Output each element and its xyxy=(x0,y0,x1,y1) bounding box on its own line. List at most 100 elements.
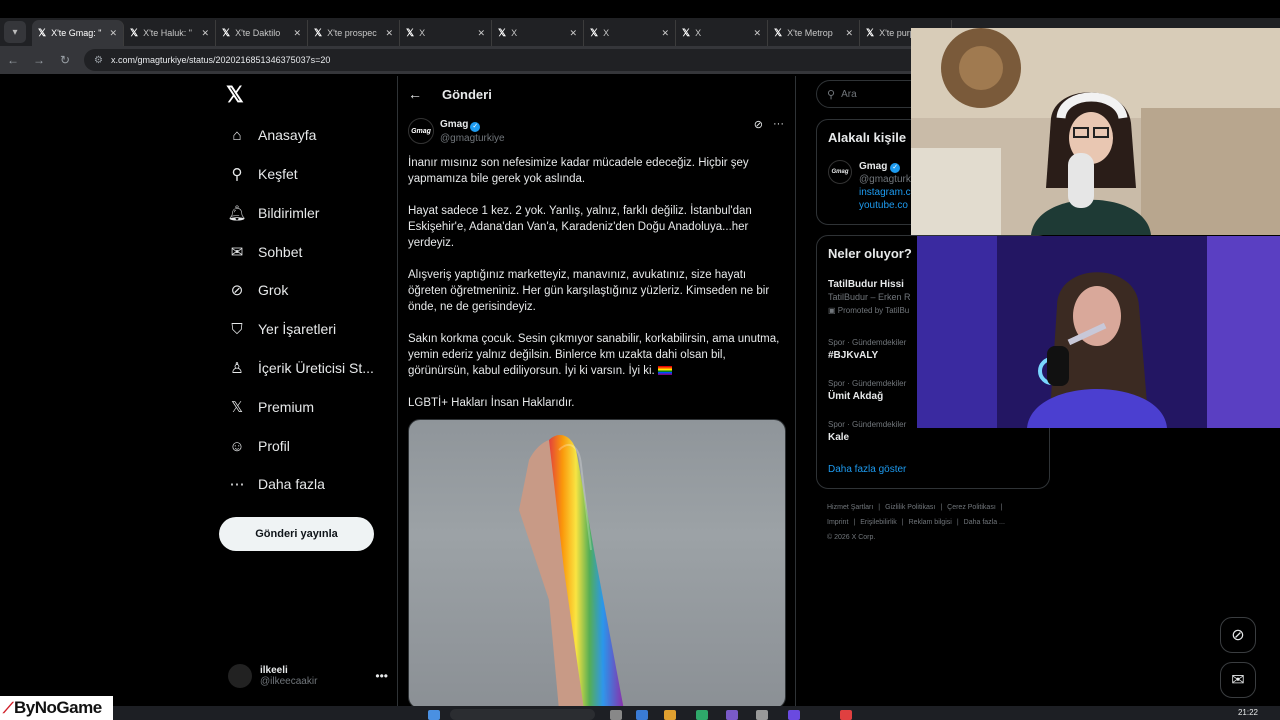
footer-link[interactable]: Çerez Politikası xyxy=(947,504,996,511)
related-name[interactable]: Gmag xyxy=(859,161,887,172)
x-favicon-icon: 𝕏 xyxy=(38,27,47,39)
footer-link[interactable]: Gizlilik Politikası xyxy=(885,504,935,511)
related-link[interactable]: instagram.c xyxy=(859,186,911,199)
nav-item-grok[interactable]: ⊘ Grok xyxy=(226,276,289,304)
close-tab-icon[interactable]: ✕ xyxy=(661,28,669,39)
x-logo-icon[interactable]: 𝕏 xyxy=(226,82,244,108)
rainbow-arm-illustration xyxy=(519,435,624,708)
more-dots-icon[interactable]: ••• xyxy=(375,669,388,683)
trend-item[interactable]: Spor · Gündemdekiler Kale xyxy=(828,418,906,444)
mail-icon: ✉ xyxy=(1231,672,1245,689)
account-name: ilkeeli xyxy=(260,665,288,676)
nav-item-anasayfa[interactable]: ⌂ Anasayfa xyxy=(226,121,316,149)
browser-tab[interactable]: 𝕏 X'te Haluk: " ✕ xyxy=(124,20,216,46)
back-arrow-icon[interactable]: ← xyxy=(408,86,422,102)
trend-title: TatilBudur Hissi xyxy=(828,279,904,290)
x-favicon-icon: 𝕏 xyxy=(222,27,231,39)
site-info-icon[interactable]: ⚙ xyxy=(94,55,103,66)
trend-title: Kale xyxy=(828,432,850,443)
x-favicon-icon: 𝕏 xyxy=(774,27,783,39)
close-tab-icon[interactable]: ✕ xyxy=(385,28,393,39)
footer-link[interactable]: Hizmet Şartları xyxy=(827,504,873,511)
nav-item-içerik[interactable]: ♙ İçerik Üreticisi St... xyxy=(226,354,374,382)
forward-arrow-icon[interactable]: → xyxy=(26,53,52,67)
taskbar-app-icon[interactable] xyxy=(726,710,738,720)
taskbar-clock[interactable]: 21:22 xyxy=(1238,708,1258,717)
browser-tab[interactable]: 𝕏 X'te prospec ✕ xyxy=(308,20,400,46)
browser-tab[interactable]: 𝕏 X ✕ xyxy=(400,20,492,46)
back-arrow-icon[interactable]: ← xyxy=(0,53,26,67)
taskbar-app-icon[interactable] xyxy=(696,710,708,720)
close-tab-icon[interactable]: ✕ xyxy=(845,28,853,39)
author-name[interactable]: Gmag xyxy=(440,119,468,130)
trend-item[interactable]: Spor · Gündemdekiler #BJKvALY xyxy=(828,336,906,362)
author-avatar[interactable]: Gmag xyxy=(408,118,434,144)
nav-item-yer[interactable]: ⛉ Yer İşaretleri xyxy=(226,315,336,343)
windows-start-icon[interactable] xyxy=(428,710,440,720)
more-dots-icon[interactable]: ··· xyxy=(773,118,784,131)
post-paragraph: Hayat sadece 1 kez. 2 yok. Yanlış, yalnı… xyxy=(408,205,752,249)
browser-tab[interactable]: 𝕏 X'te Gmag: " ✕ xyxy=(32,20,124,46)
footer-link[interactable]: Imprint xyxy=(827,519,848,526)
nav-item-keşfet[interactable]: ⚲ Keşfet xyxy=(226,160,298,188)
post-button[interactable]: Gönderi yayınla xyxy=(219,517,374,551)
more-icon: ⋯ xyxy=(229,476,245,493)
taskbar-search[interactable] xyxy=(450,709,595,720)
nav-item-sohbet[interactable]: ✉ Sohbet xyxy=(226,238,303,266)
nav-item-bildirimler[interactable]: 🔔︎ Bildirimler xyxy=(226,199,319,227)
footer-link[interactable]: Reklam bilgisi xyxy=(909,519,952,526)
footer-separator: | xyxy=(853,519,856,526)
grok-icon: ⊘ xyxy=(230,282,244,299)
footer-link[interactable]: © 2026 X Corp. xyxy=(827,534,875,541)
avatar xyxy=(228,664,252,688)
nav-item-label: Sohbet xyxy=(258,244,303,260)
nav-item-profil[interactable]: ☺ Profil xyxy=(226,432,290,460)
post-paragraph: İnanır mısınız son nefesimize kadar müca… xyxy=(408,157,749,185)
browser-tab[interactable]: 𝕏 X ✕ xyxy=(492,20,584,46)
grok-floating-button[interactable]: ⊘ xyxy=(1220,617,1256,653)
messages-floating-button[interactable]: ✉ xyxy=(1220,662,1256,698)
taskbar-app-icon[interactable] xyxy=(664,710,676,720)
taskbar-app-icon[interactable] xyxy=(840,710,852,720)
taskbar-app-icon[interactable] xyxy=(788,710,800,720)
related-link[interactable]: youtube.co xyxy=(859,199,911,212)
browser-tab[interactable]: 𝕏 X'te Daktilo ✕ xyxy=(216,20,308,46)
show-more-link[interactable]: Daha fazla göster xyxy=(828,464,906,475)
trend-item[interactable]: TatilBudur Hissi TatilBudur – Erken R ▣ … xyxy=(828,278,911,317)
avatar: Gmag xyxy=(828,160,852,184)
trend-meta: Spor · Gündemdekiler xyxy=(828,338,907,347)
author-handle[interactable]: @gmagturkiye xyxy=(440,132,505,145)
close-tab-icon[interactable]: ✕ xyxy=(477,28,485,39)
trend-item[interactable]: Spor · Gündemdekiler Ümit Akdağ xyxy=(828,377,906,403)
account-switcher[interactable]: ilkeeli @ilkeecaakir ••• xyxy=(228,661,398,691)
reload-icon[interactable]: ↻ xyxy=(52,53,78,67)
url-input[interactable]: ⚙ x.com/gmagturkiye/status/2020216851346… xyxy=(84,49,964,71)
close-tab-icon[interactable]: ✕ xyxy=(753,28,761,39)
post-image[interactable] xyxy=(408,419,786,709)
related-person[interactable]: Gmag Gmag ✓ @gmagturk instagram.c youtub… xyxy=(828,160,911,212)
nav-item-label: Yer İşaretleri xyxy=(258,321,337,337)
footer-link[interactable]: Daha fazla ... xyxy=(964,519,1005,526)
nav-item-label: Premium xyxy=(258,399,315,415)
search-icon: ⚲ xyxy=(231,166,243,183)
screen-top-strip xyxy=(0,0,1280,18)
close-tab-icon[interactable]: ✕ xyxy=(109,28,117,39)
x-favicon-icon: 𝕏 xyxy=(314,27,323,39)
grok-icon[interactable]: ⊘ xyxy=(754,118,763,131)
browser-tab[interactable]: 𝕏 X ✕ xyxy=(676,20,768,46)
close-tab-icon[interactable]: ✕ xyxy=(293,28,301,39)
taskbar-app-icon[interactable] xyxy=(610,710,622,720)
taskbar-app-icon[interactable] xyxy=(636,710,648,720)
footer-link[interactable]: Erişilebilirlik xyxy=(860,519,897,526)
tab-search-dropdown[interactable]: ▾ xyxy=(4,21,26,43)
tab-title: X'te Gmag: " xyxy=(51,28,102,38)
nav-item-daha[interactable]: ⋯ Daha fazla xyxy=(226,470,325,498)
nav-item-premium[interactable]: 𝕏 Premium xyxy=(226,393,314,421)
close-tab-icon[interactable]: ✕ xyxy=(569,28,577,39)
tab-title: X xyxy=(511,28,518,38)
bookmark-icon: ⛉ xyxy=(231,320,243,338)
browser-tab[interactable]: 𝕏 X'te Metrop ✕ xyxy=(768,20,860,46)
taskbar-app-icon[interactable] xyxy=(756,710,768,720)
browser-tab[interactable]: 𝕏 X ✕ xyxy=(584,20,676,46)
close-tab-icon[interactable]: ✕ xyxy=(201,28,209,39)
